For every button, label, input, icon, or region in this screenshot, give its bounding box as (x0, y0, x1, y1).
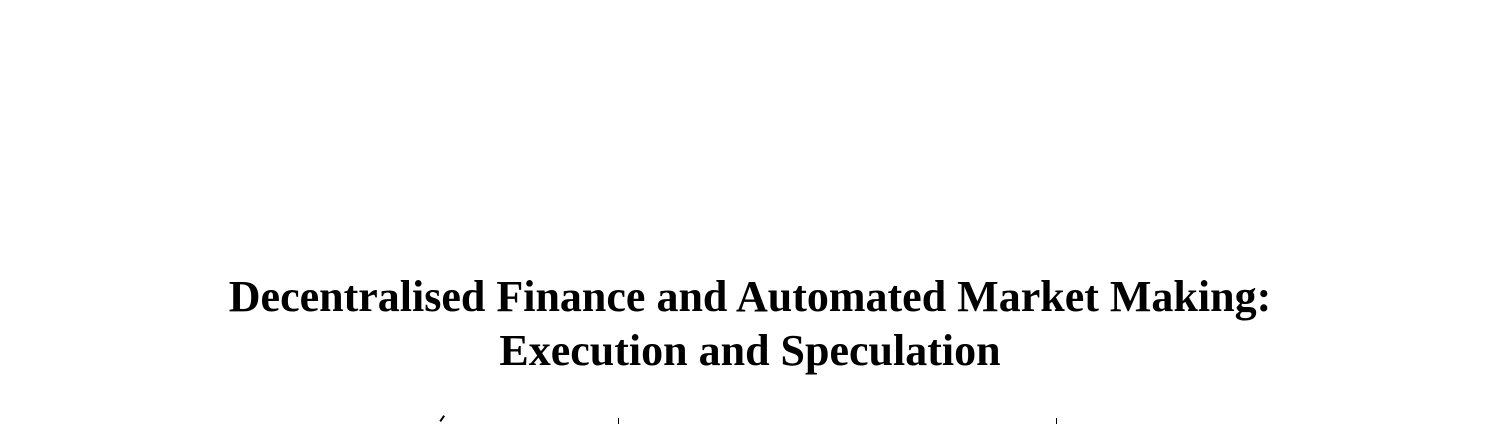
title-line-2: Execution and Speculation (499, 326, 1001, 375)
title-line-1: Decentralised Finance and Automated Mark… (228, 272, 1272, 321)
author-line-cropped (0, 414, 1500, 424)
paper-page: Decentralised Finance and Automated Mark… (0, 0, 1500, 424)
accent-mark (439, 415, 446, 422)
superscript-mark (618, 418, 619, 424)
paper-title: Decentralised Finance and Automated Mark… (0, 270, 1500, 378)
superscript-mark (1056, 418, 1057, 424)
